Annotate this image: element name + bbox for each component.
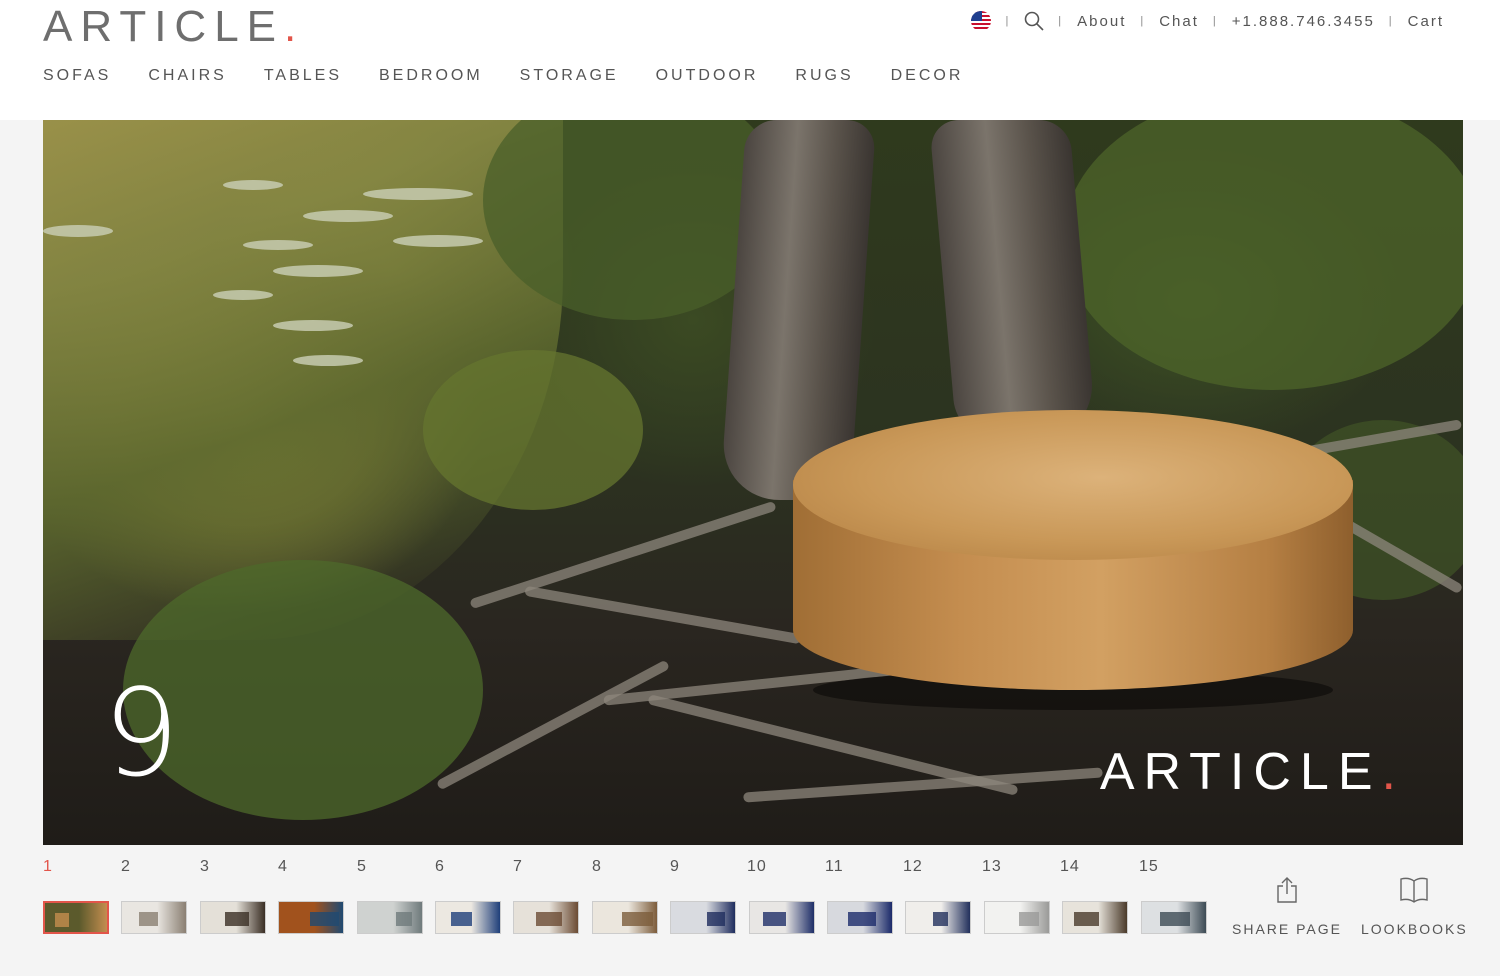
about-link[interactable]: About bbox=[1077, 13, 1126, 30]
nav-sofas[interactable]: SOFAS bbox=[43, 67, 111, 85]
nav-chairs[interactable]: CHAIRS bbox=[148, 67, 226, 85]
cart-link[interactable]: Cart bbox=[1408, 13, 1444, 30]
separator: | bbox=[1212, 15, 1218, 27]
page-number-3[interactable]: 3 bbox=[200, 858, 210, 876]
page-number-13[interactable]: 13 bbox=[982, 858, 1002, 876]
page-number-11[interactable]: 11 bbox=[825, 858, 844, 876]
page-thumbnail-1[interactable] bbox=[43, 901, 109, 934]
page-number-15[interactable]: 15 bbox=[1139, 858, 1159, 876]
page-thumbnail-2[interactable] bbox=[121, 901, 187, 934]
lookbook-page-image[interactable]: 9 ARTICLE. bbox=[43, 120, 1463, 845]
main-nav: SOFAS CHAIRS TABLES BEDROOM STORAGE OUTD… bbox=[43, 67, 1000, 85]
page-number-8[interactable]: 8 bbox=[592, 858, 602, 876]
page-thumbnail-7[interactable] bbox=[513, 901, 579, 934]
phone-link[interactable]: +1.888.746.3455 bbox=[1232, 13, 1375, 30]
hero-logo: ARTICLE. bbox=[1099, 743, 1405, 801]
page-thumbnail-3[interactable] bbox=[200, 901, 266, 934]
page-thumbnail-13[interactable] bbox=[984, 901, 1050, 934]
page-thumbnail-4[interactable] bbox=[278, 901, 344, 934]
share-page-label: SHARE PAGE bbox=[1232, 921, 1342, 937]
separator: | bbox=[1388, 15, 1394, 27]
page-thumbnail-5[interactable] bbox=[357, 901, 423, 934]
separator: | bbox=[1005, 15, 1011, 27]
page-thumbnail-14[interactable] bbox=[1062, 901, 1128, 934]
page-number-1[interactable]: 1 bbox=[43, 858, 53, 876]
chat-link[interactable]: Chat bbox=[1159, 13, 1199, 30]
share-icon bbox=[1232, 876, 1342, 907]
lookbook-stage: 9 ARTICLE. bbox=[0, 120, 1500, 976]
nav-decor[interactable]: DECOR bbox=[891, 67, 964, 85]
nav-bedroom[interactable]: BEDROOM bbox=[379, 67, 483, 85]
page-number-10[interactable]: 10 bbox=[747, 858, 767, 876]
nav-outdoor[interactable]: OUTDOOR bbox=[656, 67, 759, 85]
page-thumbnail-12[interactable] bbox=[905, 901, 971, 934]
page-thumbnail-15[interactable] bbox=[1141, 901, 1207, 934]
page-thumbnail-6[interactable] bbox=[435, 901, 501, 934]
page-number-6[interactable]: 6 bbox=[435, 858, 445, 876]
separator: | bbox=[1058, 15, 1064, 27]
page-thumbnail-10[interactable] bbox=[749, 901, 815, 934]
brand-logo[interactable]: ARTICLE. bbox=[43, 2, 304, 52]
page-thumbnail-8[interactable] bbox=[592, 901, 658, 934]
page-number-4[interactable]: 4 bbox=[278, 858, 288, 876]
page-thumbnail-11[interactable] bbox=[827, 901, 893, 934]
share-page-button[interactable]: SHARE PAGE bbox=[1232, 876, 1342, 937]
page-number-12[interactable]: 12 bbox=[903, 858, 923, 876]
nav-tables[interactable]: TABLES bbox=[264, 67, 342, 85]
nav-rugs[interactable]: RUGS bbox=[795, 67, 853, 85]
page-thumbnails: 1 2 3 4 5 6 7 8 9 10 11 12 13 14 15 bbox=[43, 858, 1213, 938]
page-number-5[interactable]: 5 bbox=[357, 858, 367, 876]
site-header: ARTICLE. | | About | Chat | +1.888.746.3… bbox=[0, 0, 1500, 120]
page-number-7[interactable]: 7 bbox=[513, 858, 523, 876]
book-icon bbox=[1361, 876, 1468, 907]
search-icon[interactable] bbox=[1024, 11, 1044, 31]
page-number-14[interactable]: 14 bbox=[1060, 858, 1080, 876]
utility-bar: | | About | Chat | +1.888.746.3455 | Car… bbox=[971, 11, 1444, 31]
leather-ottoman bbox=[793, 410, 1353, 710]
lookbooks-label: LOOKBOOKS bbox=[1361, 921, 1468, 937]
page-number: 9 bbox=[103, 665, 180, 804]
page-number-2[interactable]: 2 bbox=[121, 858, 131, 876]
lookbooks-button[interactable]: LOOKBOOKS bbox=[1361, 876, 1468, 937]
page-number-9[interactable]: 9 bbox=[670, 858, 680, 876]
page-thumbnail-9[interactable] bbox=[670, 901, 736, 934]
separator: | bbox=[1140, 15, 1146, 27]
nav-storage[interactable]: STORAGE bbox=[520, 67, 619, 85]
us-flag-icon[interactable] bbox=[971, 11, 992, 31]
